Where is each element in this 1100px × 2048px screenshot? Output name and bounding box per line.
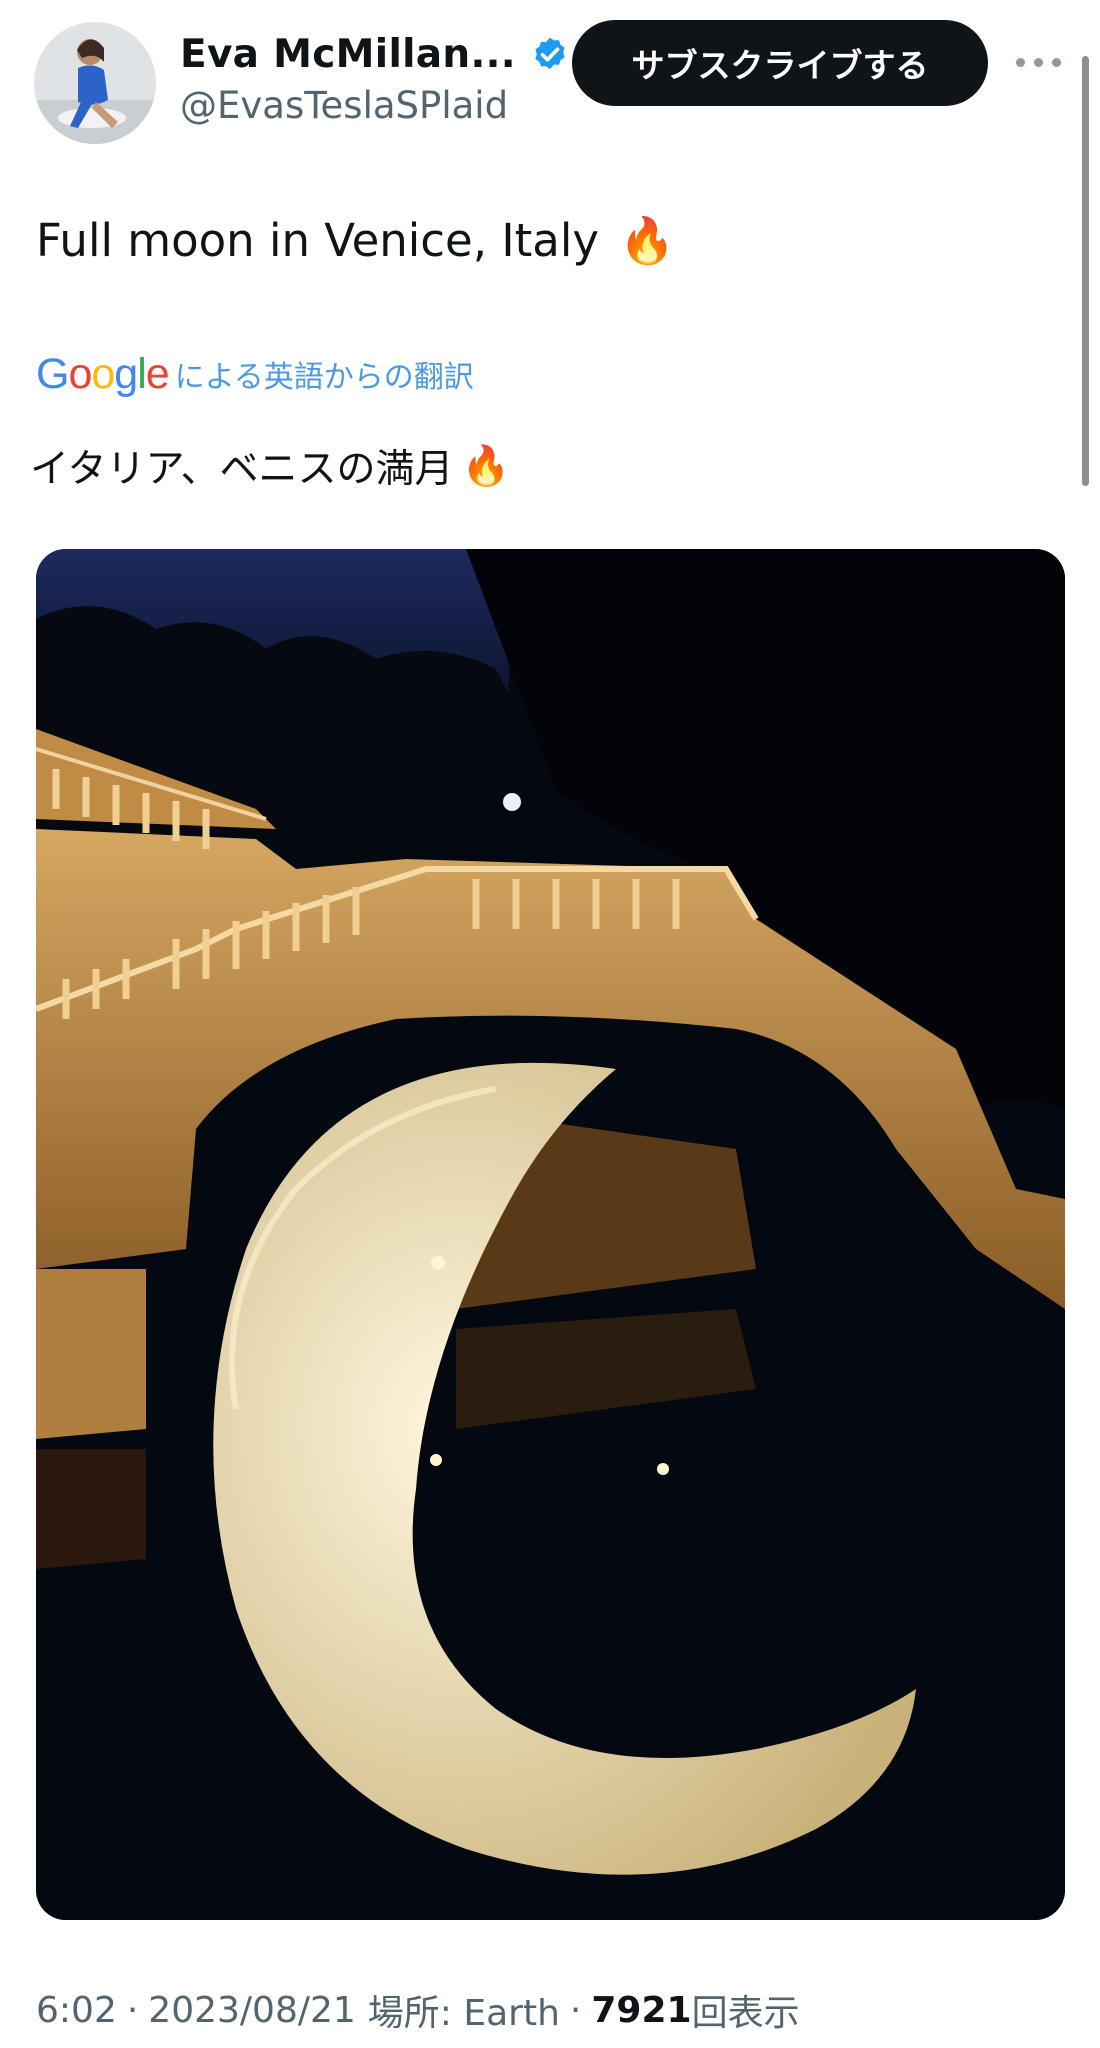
- meta-separator: ·: [126, 1989, 139, 2031]
- tweet-photo[interactable]: [36, 549, 1065, 1920]
- fire-emoji-icon: 🔥: [618, 214, 675, 267]
- avatar[interactable]: [34, 22, 156, 144]
- views-label: 回表示: [691, 1993, 800, 2034]
- subscribe-button[interactable]: サブスクライブする: [572, 20, 988, 106]
- fire-emoji-icon: 🔥: [461, 444, 511, 489]
- profile-photo-icon: [34, 22, 156, 144]
- scrollbar[interactable]: [1082, 56, 1089, 486]
- translation-attribution[interactable]: Google による英語からの翻訳: [36, 350, 474, 398]
- author-display-name[interactable]: Eva McMillan...: [180, 32, 570, 77]
- verified-badge-icon: [535, 37, 565, 69]
- tweet-text-content: Full moon in Venice, Italy: [36, 214, 599, 267]
- meta-separator: ·: [569, 1989, 582, 2031]
- tweet-location: 場所: Earth: [367, 1993, 560, 2034]
- more-dots-icon[interactable]: [1014, 42, 1062, 82]
- tweet-meta: 6:02 · 2023/08/21 場所: Earth · 7921 回表示: [36, 1984, 800, 2036]
- tweet-time[interactable]: 6:02: [36, 1990, 117, 2031]
- translated-text: イタリア、ベニスの満月 🔥: [30, 438, 510, 494]
- tweet-text: Full moon in Venice, Italy 🔥: [36, 214, 675, 267]
- tweet-date[interactable]: 2023/08/21: [148, 1990, 356, 2031]
- translation-label: による英語からの翻訳: [174, 360, 474, 395]
- views-count: 7921: [591, 1989, 692, 2031]
- translated-text-content: イタリア、ベニスの満月: [30, 447, 454, 492]
- author-handle[interactable]: @EvasTeslaSPlaid: [180, 84, 508, 127]
- author-name-text: Eva McMillan...: [180, 32, 516, 77]
- photo-bridge-crescent-moon-reflection-icon: [36, 549, 1065, 1920]
- google-logo-icon: Google: [36, 349, 170, 398]
